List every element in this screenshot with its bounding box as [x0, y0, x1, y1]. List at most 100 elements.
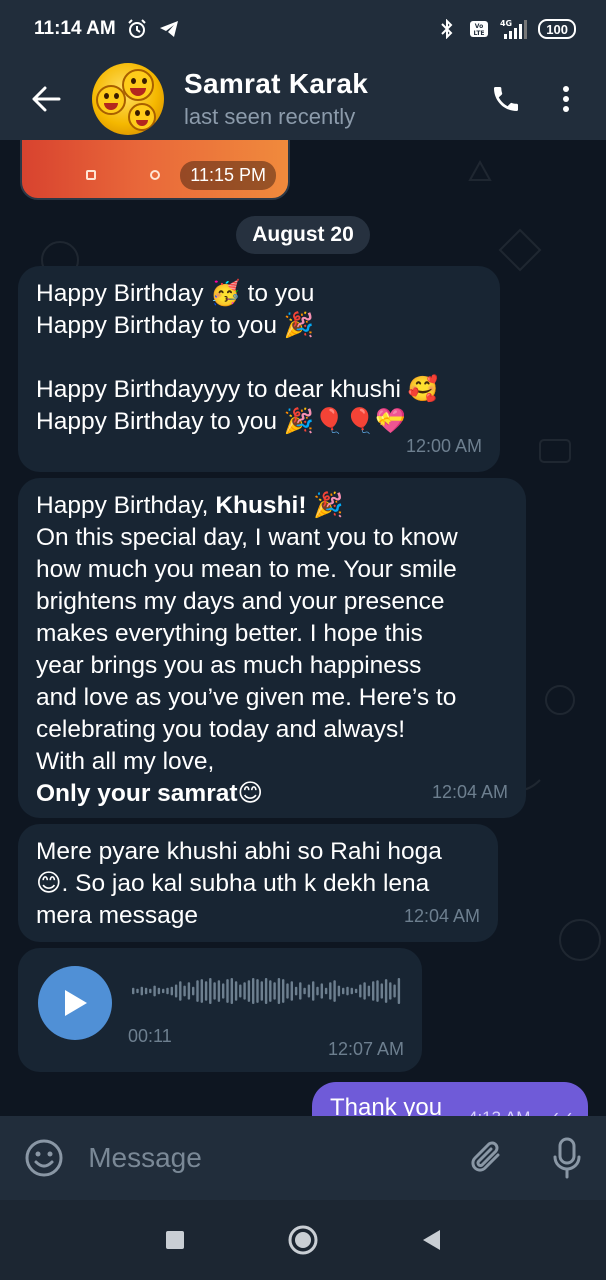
waveform-bar [282, 979, 285, 1003]
message-line: Happy Birthday 🥳 to you [36, 280, 315, 307]
status-time: 11:14 AM [34, 18, 116, 39]
chat-header: Samrat Karak last seen recently [0, 58, 606, 140]
recents-button[interactable] [155, 1220, 195, 1260]
greeting-name: Khushi! [215, 492, 307, 519]
back-nav-button[interactable] [411, 1220, 451, 1260]
paperclip-icon [471, 1141, 500, 1172]
message-line [36, 342, 482, 374]
waveform-bar [286, 983, 289, 999]
waveform-bar [230, 978, 233, 1004]
waveform-bar [256, 979, 259, 1003]
message-line: Happy Birthday to you 🎉 [36, 312, 315, 339]
waveform-bar [144, 987, 148, 995]
waveform-bar [316, 986, 319, 996]
contact-info[interactable]: Samrat Karak last seen recently [184, 68, 476, 130]
waveform-bar [380, 983, 383, 999]
status-bar: 11:14 AM Vo LTE 4G 100 [0, 0, 606, 58]
message-line: how much you mean to me. Your smile [36, 556, 457, 583]
waveform-bar [376, 980, 379, 1002]
message-line: 😊. So jao kal subha uth k dekh lena [36, 870, 430, 897]
waveform-bar [252, 978, 255, 1004]
waveform-bar [222, 983, 225, 999]
triangle-back-icon [423, 1230, 440, 1250]
waveform-bar [290, 981, 293, 1001]
emoji-button[interactable] [0, 1116, 88, 1200]
waveform-bar [162, 988, 165, 994]
waveform-bar [307, 984, 311, 998]
waveform-bar [363, 982, 366, 1000]
avatar[interactable] [92, 63, 164, 135]
signal-icon: 4G [500, 18, 528, 40]
waveform-bar [397, 978, 401, 1004]
waveform-bar [153, 985, 156, 997]
play-icon [65, 990, 87, 1016]
waveform-bar [260, 981, 263, 1001]
waveform-bar [273, 982, 276, 1000]
waveform-bar [354, 988, 358, 994]
waveform-bar [337, 985, 341, 997]
arrow-left-icon [32, 86, 61, 112]
waveform-bar [149, 988, 152, 994]
waveform-bar [209, 978, 212, 1004]
voice-message[interactable]: 00:11 12:07 AM [18, 948, 422, 1072]
microphone-icon [553, 1137, 581, 1179]
waveform-bar [264, 978, 268, 1004]
system-navigation-bar [0, 1200, 606, 1280]
svg-text:Vo: Vo [475, 23, 483, 30]
call-button[interactable] [476, 58, 536, 140]
waveform-bar [389, 982, 392, 1000]
waveform-bar [217, 980, 221, 1002]
waveform-bar [170, 986, 173, 996]
incoming-message[interactable]: Mere pyare khushi abhi so Rahi hoga 😊. S… [18, 824, 498, 942]
incoming-message[interactable]: Happy Birthday 🥳 to you Happy Birthday t… [18, 266, 500, 472]
read-receipt-icon: ✓✓ [547, 1108, 574, 1116]
waveform-bar [200, 979, 203, 1003]
waveform-bar [136, 988, 139, 994]
microphone-button[interactable] [528, 1116, 606, 1200]
square-icon [166, 1231, 184, 1249]
telegram-icon [158, 18, 180, 40]
volte-icon: Vo LTE [468, 18, 490, 40]
waveform-bar [346, 986, 349, 996]
incoming-message[interactable]: Happy Birthday, Khushi! 🎉 On this specia… [18, 478, 526, 818]
message-time: 12:04 AM [403, 906, 480, 926]
message-line: year brings you as much happiness [36, 652, 422, 679]
smiley-icon [25, 1139, 63, 1177]
voice-waveform[interactable] [132, 976, 402, 1006]
more-options-button[interactable] [536, 58, 596, 140]
waveform-bar [243, 982, 246, 1000]
message-greeting: Happy Birthday, Khushi! 🎉 [36, 492, 344, 519]
phone-icon [494, 87, 518, 111]
message-line: brightens my days and your presence [36, 588, 445, 615]
waveform-bar [359, 984, 362, 998]
bluetooth-icon [436, 18, 458, 40]
svg-text:4G: 4G [500, 19, 512, 28]
waveform-bar [384, 979, 388, 1003]
waveform-bar [350, 987, 353, 995]
chat-area[interactable]: 11:15 PM August 20 Happy Birthday 🥳 to y… [0, 140, 606, 1116]
waveform-bar [196, 980, 199, 1002]
outgoing-message[interactable]: Thank you 4:13 AM ✓✓ [312, 1082, 588, 1116]
message-composer [0, 1116, 606, 1200]
battery-indicator: 100 [538, 19, 576, 39]
waveform-bar [393, 984, 396, 998]
message-input[interactable] [88, 1128, 450, 1188]
message-line: Mere pyare khushi abhi so Rahi hoga [36, 838, 442, 865]
message-line: and love as you’ve given me. Here’s to [36, 684, 457, 711]
waveform-bar [342, 987, 345, 995]
home-button[interactable] [283, 1220, 323, 1260]
voice-time: 12:07 AM [327, 1039, 404, 1059]
play-button[interactable] [38, 966, 112, 1040]
attach-button[interactable] [449, 1116, 527, 1200]
circle-icon [288, 1225, 318, 1255]
waveform-bar [303, 987, 306, 995]
message-time: 12:00 AM [405, 436, 482, 456]
waveform-bar [234, 981, 238, 1001]
waveform-bar [367, 985, 371, 997]
waveform-bar [239, 984, 242, 998]
waveform-bar [329, 982, 332, 1000]
waveform-bar [140, 986, 143, 996]
waveform-bar [166, 987, 169, 995]
back-button[interactable] [0, 58, 92, 140]
media-message[interactable]: 11:15 PM [20, 140, 290, 200]
